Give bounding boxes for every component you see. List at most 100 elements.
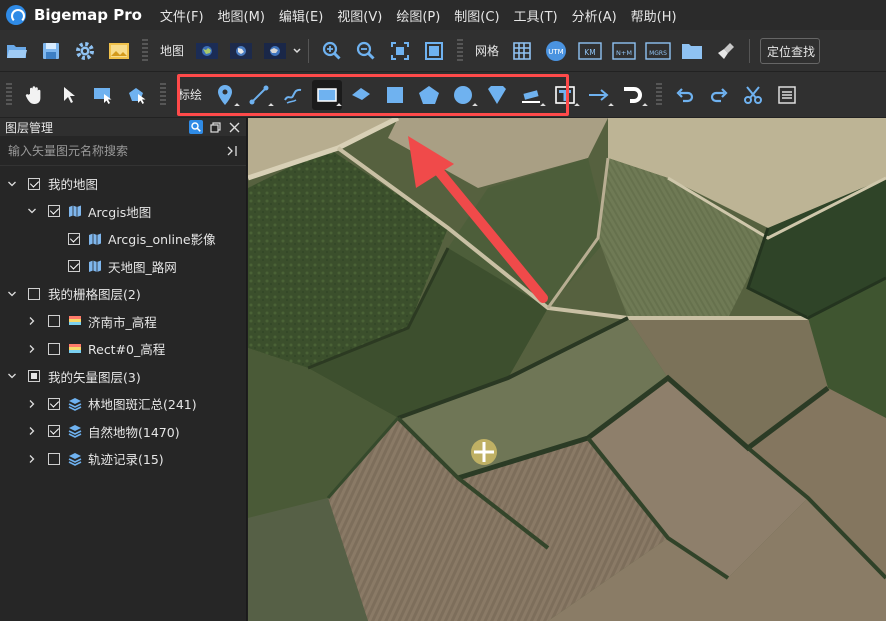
layer-visibility-checkbox[interactable] — [48, 452, 60, 465]
toolbar-grip[interactable] — [142, 38, 148, 63]
polygon-select-button[interactable] — [122, 80, 152, 110]
draw-shape-button[interactable] — [482, 80, 512, 110]
save-button[interactable] — [36, 36, 66, 66]
menu-view[interactable]: 视图(V) — [337, 6, 382, 25]
layer-tree-item[interactable]: 林地图斑汇总(241) — [0, 390, 246, 418]
chevron-down-icon[interactable] — [6, 178, 18, 190]
folder-button[interactable] — [677, 36, 707, 66]
layer-tree-item[interactable]: Arcgis_online影像 — [0, 225, 246, 253]
menu-map[interactable]: 地图(M) — [218, 6, 265, 25]
chevron-down-icon[interactable] — [6, 370, 18, 382]
menu-analysis[interactable]: 分析(A) — [572, 6, 617, 25]
menu-help[interactable]: 帮助(H) — [631, 6, 677, 25]
toolbar-grip[interactable] — [6, 82, 12, 107]
layer-tree-item[interactable]: 天地图_路网 — [0, 253, 246, 281]
box-select-button[interactable] — [88, 80, 118, 110]
layer-visibility-checkbox[interactable] — [48, 342, 60, 355]
nm-grid-button[interactable]: N+M — [609, 36, 639, 66]
float-window-icon[interactable] — [208, 120, 222, 134]
cut-button[interactable] — [738, 80, 768, 110]
location-search-input[interactable]: 定位查找 — [760, 37, 821, 64]
measure-button[interactable] — [516, 80, 546, 110]
mgrs-grid-button[interactable]: MGRS — [643, 36, 673, 66]
chevron-right-icon[interactable] — [26, 453, 38, 465]
undo-button[interactable] — [670, 80, 700, 110]
layer-visibility-checkbox[interactable] — [68, 232, 80, 245]
map-source-satellite-1[interactable] — [192, 36, 222, 66]
chevron-down-icon[interactable] — [26, 205, 38, 217]
open-folder-button[interactable] — [2, 36, 32, 66]
draw-square-button[interactable] — [380, 80, 410, 110]
chevron-down-icon[interactable] — [6, 288, 18, 300]
satellite-imagery[interactable] — [248, 118, 886, 621]
menu-file[interactable]: 文件(F) — [160, 6, 204, 25]
collapse-panel-icon[interactable] — [226, 145, 238, 157]
image-export-button[interactable] — [104, 36, 134, 66]
rectangle-icon — [317, 87, 337, 102]
arrow-right-icon — [589, 88, 609, 101]
close-icon[interactable] — [227, 120, 241, 134]
map-icon — [88, 259, 102, 273]
draw-polygon-button[interactable] — [414, 80, 444, 110]
layer-visibility-checkbox[interactable] — [68, 260, 80, 273]
clear-button[interactable] — [711, 36, 741, 66]
layer-search-input[interactable]: 输入矢量图元名称搜索 — [8, 142, 226, 159]
layer-visibility-checkbox[interactable] — [28, 370, 40, 383]
menu-draw[interactable]: 绘图(P) — [396, 6, 440, 25]
layer-visibility-checkbox[interactable] — [28, 287, 40, 300]
toolbar-grip[interactable] — [160, 82, 166, 107]
draw-freehand-button[interactable] — [278, 80, 308, 110]
map-source-satellite-3[interactable] — [260, 36, 290, 66]
menu-tools[interactable]: 工具(T) — [514, 6, 558, 25]
layer-tree-item[interactable]: 我的矢量图层(3) — [0, 363, 246, 391]
menu-edit[interactable]: 编辑(E) — [279, 6, 323, 25]
layer-visibility-checkbox[interactable] — [48, 315, 60, 328]
chevron-right-icon[interactable] — [26, 315, 38, 327]
satellite-map-icon — [196, 42, 219, 59]
draw-rectangle-button[interactable] — [312, 79, 343, 110]
layer-visibility-checkbox[interactable] — [28, 177, 40, 190]
utm-globe-icon: UTM — [546, 40, 567, 61]
layer-tree-item[interactable]: Arcgis地图 — [0, 198, 246, 226]
chevron-right-icon[interactable] — [26, 398, 38, 410]
redo-button[interactable] — [704, 80, 734, 110]
utm-grid-button[interactable]: UTM — [541, 36, 571, 66]
zoom-extent-button[interactable] — [385, 36, 415, 66]
layer-visibility-checkbox[interactable] — [48, 397, 60, 410]
layer-tree-item[interactable]: 自然地物(1470) — [0, 418, 246, 446]
km-grid-button[interactable]: KM — [575, 36, 605, 66]
square-icon — [387, 86, 404, 103]
layer-tree-item[interactable]: 我的地图 — [0, 170, 246, 198]
map-source-satellite-2[interactable] — [226, 36, 256, 66]
text-tool-button[interactable] — [550, 80, 580, 110]
draw-sector-button[interactable] — [346, 80, 376, 110]
zoom-out-button[interactable] — [351, 36, 381, 66]
chevron-down-icon[interactable] — [292, 46, 302, 56]
map-view[interactable] — [248, 118, 886, 621]
toolbar-grip[interactable] — [656, 82, 663, 107]
fullscreen-button[interactable] — [419, 36, 449, 66]
search-icon[interactable] — [189, 120, 203, 134]
chevron-right-icon[interactable] — [26, 343, 38, 355]
draw-circle-button[interactable] — [448, 80, 478, 110]
layer-visibility-checkbox[interactable] — [48, 425, 60, 438]
pan-tool-button[interactable] — [20, 80, 50, 110]
layer-tree-item[interactable]: 我的栅格图层(2) — [0, 280, 246, 308]
list-button[interactable] — [772, 80, 802, 110]
layer-tree-item[interactable]: Rect#0_高程 — [0, 335, 246, 363]
settings-button[interactable] — [70, 36, 100, 66]
layer-tree-item[interactable]: 济南市_高程 — [0, 308, 246, 336]
menu-cartography[interactable]: 制图(C) — [454, 6, 499, 25]
layer-tree-item[interactable]: 轨迹记录(15) — [0, 445, 246, 473]
arrow-tool-button[interactable] — [584, 80, 614, 110]
curve-arrow-button[interactable] — [618, 80, 648, 110]
layer-visibility-checkbox[interactable] — [48, 205, 60, 218]
draw-line-button[interactable] — [244, 80, 274, 110]
chevron-right-icon[interactable] — [26, 425, 38, 437]
draw-marker-button[interactable] — [210, 80, 240, 110]
select-tool-button[interactable] — [54, 80, 84, 110]
save-icon — [43, 42, 59, 59]
grid-button[interactable] — [507, 36, 537, 66]
toolbar-grip[interactable] — [457, 38, 464, 63]
zoom-in-button[interactable] — [317, 36, 347, 66]
